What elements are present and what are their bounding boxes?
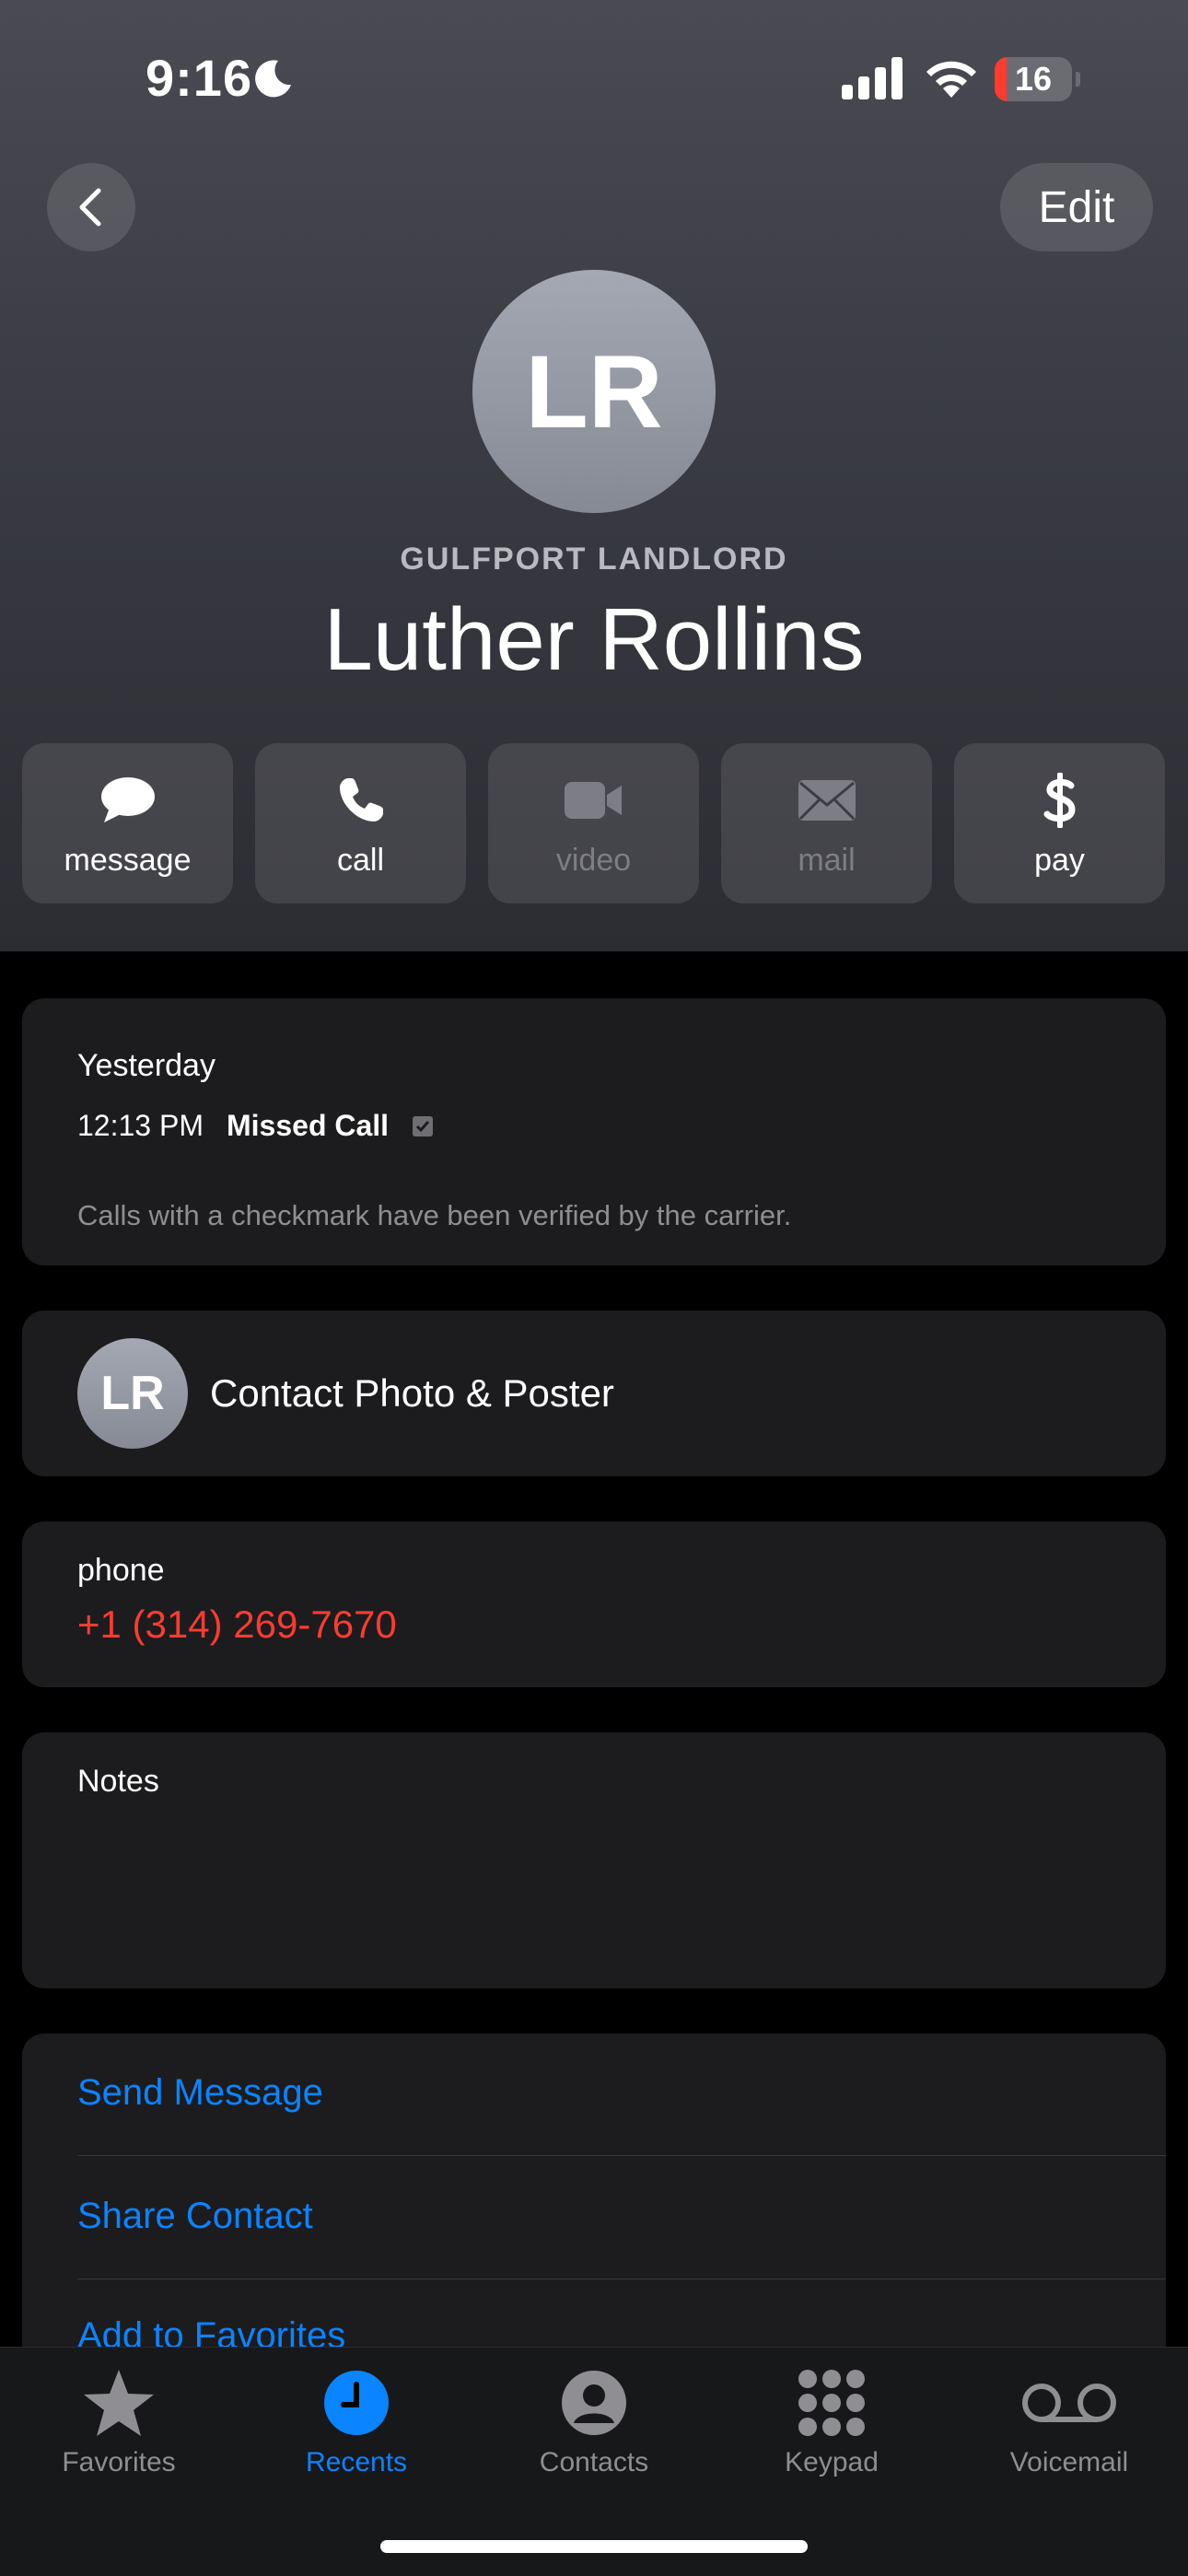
contact-avatar[interactable]: LR: [472, 270, 716, 513]
notes-card[interactable]: Notes: [22, 1732, 1166, 1988]
call-day: Yesterday: [77, 1048, 215, 1083]
edit-button[interactable]: Edit: [1000, 163, 1153, 251]
wifi-icon: [926, 61, 976, 98]
cellular-signal-icon: [842, 57, 903, 99]
phone-label: phone: [77, 1553, 165, 1588]
battery-percentage: 16: [1014, 60, 1053, 98]
notes-label: Notes: [77, 1764, 159, 1799]
poster-label: Contact Photo & Poster: [210, 1371, 614, 1415]
voicemail-icon: [1022, 2384, 1116, 2422]
contact-name: Luther Rollins: [323, 590, 865, 689]
moon-icon: [255, 60, 291, 98]
quick-actions: message call video mail pay: [22, 743, 1166, 903]
phone-card[interactable]: phone +1 (314) 269-7670: [22, 1521, 1166, 1687]
clock-icon: [324, 2371, 389, 2435]
back-button[interactable]: [47, 163, 135, 251]
battery-tip: [1076, 72, 1080, 87]
dollar-icon: [1043, 773, 1076, 828]
home-indicator[interactable]: [380, 2540, 808, 2553]
video-action-button[interactable]: video: [488, 743, 699, 903]
tab-contacts-label: Contacts: [539, 2447, 649, 2477]
video-icon: [564, 782, 622, 819]
send-message-link[interactable]: Send Message: [77, 2072, 323, 2114]
tab-favorites-label: Favorites: [62, 2447, 176, 2477]
phone-icon: [339, 778, 383, 822]
verification-note: Calls with a checkmark have been verifie…: [77, 1199, 792, 1231]
contact-header: 9:16 16 Edit LR GULFPORT LANDLORD Luther…: [0, 0, 1188, 951]
chevron-left-icon: [79, 188, 101, 227]
call-action-button[interactable]: call: [255, 743, 466, 903]
mail-action-button[interactable]: mail: [721, 743, 932, 903]
star-icon: [84, 2370, 154, 2436]
keypad-icon: [798, 2370, 865, 2436]
share-contact-link[interactable]: Share Contact: [77, 2196, 313, 2237]
pay-action-label: pay: [1034, 843, 1085, 878]
status-time: 9:16: [146, 49, 253, 107]
tab-recents-label: Recents: [305, 2447, 408, 2477]
message-icon: [100, 777, 155, 822]
call-type: Missed Call: [227, 1109, 390, 1142]
tab-voicemail[interactable]: Voicemail: [950, 2348, 1188, 2576]
mail-icon: [798, 780, 856, 821]
battery-indicator: 16: [995, 57, 1081, 101]
verified-checkmark-icon: [413, 1116, 433, 1136]
tab-voicemail-label: Voicemail: [1009, 2447, 1129, 2477]
divider: [77, 2155, 1166, 2156]
phone-number[interactable]: +1 (314) 269-7670: [77, 1603, 397, 1647]
message-action-button[interactable]: message: [22, 743, 233, 903]
mail-action-label: mail: [798, 843, 856, 878]
call-time: 12:13 PM: [77, 1109, 204, 1142]
video-action-label: video: [555, 843, 632, 878]
person-icon: [562, 2371, 626, 2435]
message-action-label: message: [64, 843, 192, 878]
contact-photo-poster-row[interactable]: LR Contact Photo & Poster: [22, 1311, 1166, 1476]
call-action-label: call: [336, 843, 385, 878]
contact-subtitle: GULFPORT LANDLORD: [400, 542, 788, 577]
tab-favorites[interactable]: Favorites: [0, 2348, 238, 2576]
pay-action-button[interactable]: pay: [954, 743, 1165, 903]
poster-avatar: LR: [77, 1338, 188, 1449]
tab-keypad-label: Keypad: [785, 2447, 879, 2477]
recent-call-card: Yesterday 12:13 PM Missed Call Calls wit…: [22, 998, 1166, 1265]
